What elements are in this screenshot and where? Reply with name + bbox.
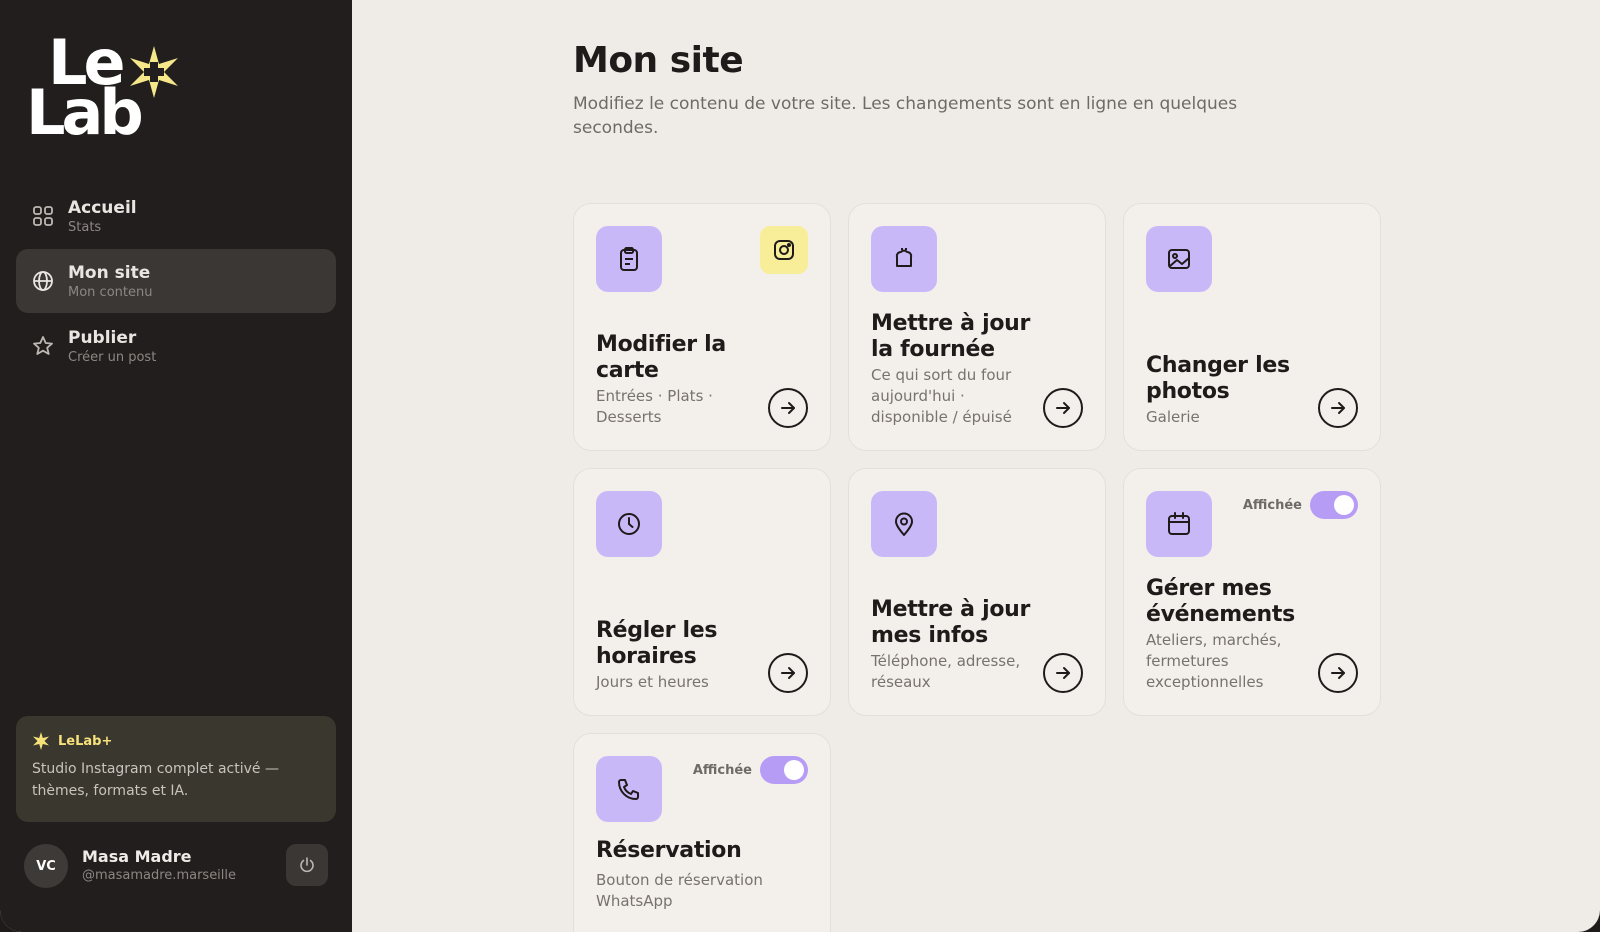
clock-icon: [596, 491, 662, 557]
sidebar-item-accueil[interactable]: Accueil Stats: [16, 184, 336, 248]
card-modifier-carte[interactable]: Modifier la carte Entrées · Plats · Dess…: [573, 203, 831, 451]
brand-logo[interactable]: Le Lab: [26, 30, 196, 150]
brand-line-2: Lab: [26, 76, 144, 149]
arrow-right-icon[interactable]: [768, 388, 808, 428]
card-description: Ateliers, marchés, fermetures exceptionn…: [1146, 631, 1282, 691]
card-title: Gérer mes événements: [1146, 576, 1295, 627]
calendar-icon: [1146, 491, 1212, 557]
card-evenements[interactable]: Affichée Gérer mes événements Ateliers, …: [1123, 468, 1381, 716]
user-profile: VC Masa Madre @masamadre.marseille: [24, 842, 328, 890]
globe-icon: [30, 268, 56, 294]
instagram-icon[interactable]: [760, 226, 808, 274]
toggle-switch[interactable]: [760, 756, 808, 784]
clipboard-icon: [596, 226, 662, 292]
user-handle: @masamadre.marseille: [82, 868, 237, 883]
arrow-right-icon[interactable]: [1318, 388, 1358, 428]
card-reservation[interactable]: Affichée Réservation Bouton de réservati…: [573, 733, 831, 932]
card-description: Ce qui sort du four aujourd'hui · dispon…: [871, 366, 1012, 426]
toggle-label: Affichée: [1242, 497, 1302, 513]
sparkle-icon: [33, 732, 49, 750]
power-icon: [300, 857, 314, 873]
card-title: Réservation: [596, 838, 742, 863]
card-fournee[interactable]: Mettre à jour la fournée Ce qui sort du …: [848, 203, 1106, 451]
sidebar-item-label: Publier: [68, 327, 137, 348]
visibility-toggle[interactable]: Affichée: [693, 756, 808, 784]
card-title: Changer les photos: [1146, 353, 1290, 404]
page-subtitle: Modifiez le contenu de votre site. Les c…: [573, 94, 1238, 138]
arrow-right-icon[interactable]: [1043, 653, 1083, 693]
card-infos[interactable]: Mettre à jour mes infos Téléphone, adres…: [848, 468, 1106, 716]
card-description: Entrées · Plats · Desserts: [596, 387, 713, 426]
sparkle-icon: [130, 46, 178, 98]
card-title: Modifier la carte: [596, 332, 726, 383]
card-horaires[interactable]: Régler les horaires Jours et heures: [573, 468, 831, 716]
card-description: Bouton de réservation WhatsApp: [596, 871, 763, 910]
avatar[interactable]: VC: [24, 844, 68, 888]
sidebar-nav: Accueil Stats Mon site Mon contenu Publi…: [16, 184, 336, 379]
promo-title: LeLab+: [58, 733, 113, 749]
card-title: Mettre à jour mes infos: [871, 597, 1031, 648]
main-content: Mon site Modifiez le contenu de votre si…: [352, 0, 1600, 932]
logout-button[interactable]: [286, 844, 328, 886]
sidebar-item-sub: Mon contenu: [68, 284, 153, 300]
sidebar: Le Lab Accueil Stats Mon site Mon conten…: [0, 0, 352, 932]
toggle-switch[interactable]: [1310, 491, 1358, 519]
sidebar-item-mon-site[interactable]: Mon site Mon contenu: [16, 249, 336, 313]
arrow-right-icon[interactable]: [1043, 388, 1083, 428]
sidebar-item-label: Accueil: [68, 197, 137, 218]
bread-icon: [871, 226, 937, 292]
sidebar-item-sub: Stats: [68, 219, 102, 235]
arrow-right-icon[interactable]: [768, 653, 808, 693]
card-description: Galerie: [1146, 408, 1200, 426]
card-description: Téléphone, adresse, réseaux: [871, 652, 1021, 691]
card-title: Régler les horaires: [596, 618, 718, 669]
sidebar-item-sub: Créer un post: [68, 349, 157, 365]
promo-text: Studio Instagram complet activé — thèmes…: [32, 761, 279, 799]
arrow-right-icon[interactable]: [1318, 653, 1358, 693]
grid-icon: [30, 203, 56, 229]
sidebar-item-publier[interactable]: Publier Créer un post: [16, 314, 336, 378]
map-pin-icon: [871, 491, 937, 557]
app-window: Le Lab Accueil Stats Mon site Mon conten…: [0, 0, 1600, 932]
promo-card[interactable]: LeLab+ Studio Instagram complet activé —…: [16, 716, 336, 822]
card-description: Jours et heures: [596, 673, 709, 691]
sidebar-item-label: Mon site: [68, 262, 151, 283]
visibility-toggle[interactable]: Affichée: [1243, 491, 1358, 519]
card-title: Mettre à jour la fournée: [871, 311, 1031, 362]
image-icon: [1146, 226, 1212, 292]
card-photos[interactable]: Changer les photos Galerie: [1123, 203, 1381, 451]
toggle-label: Affichée: [692, 762, 752, 778]
star-icon: [30, 333, 56, 359]
user-name: Masa Madre: [82, 847, 192, 866]
phone-icon: [596, 756, 662, 822]
page-title: Mon site: [573, 40, 744, 81]
